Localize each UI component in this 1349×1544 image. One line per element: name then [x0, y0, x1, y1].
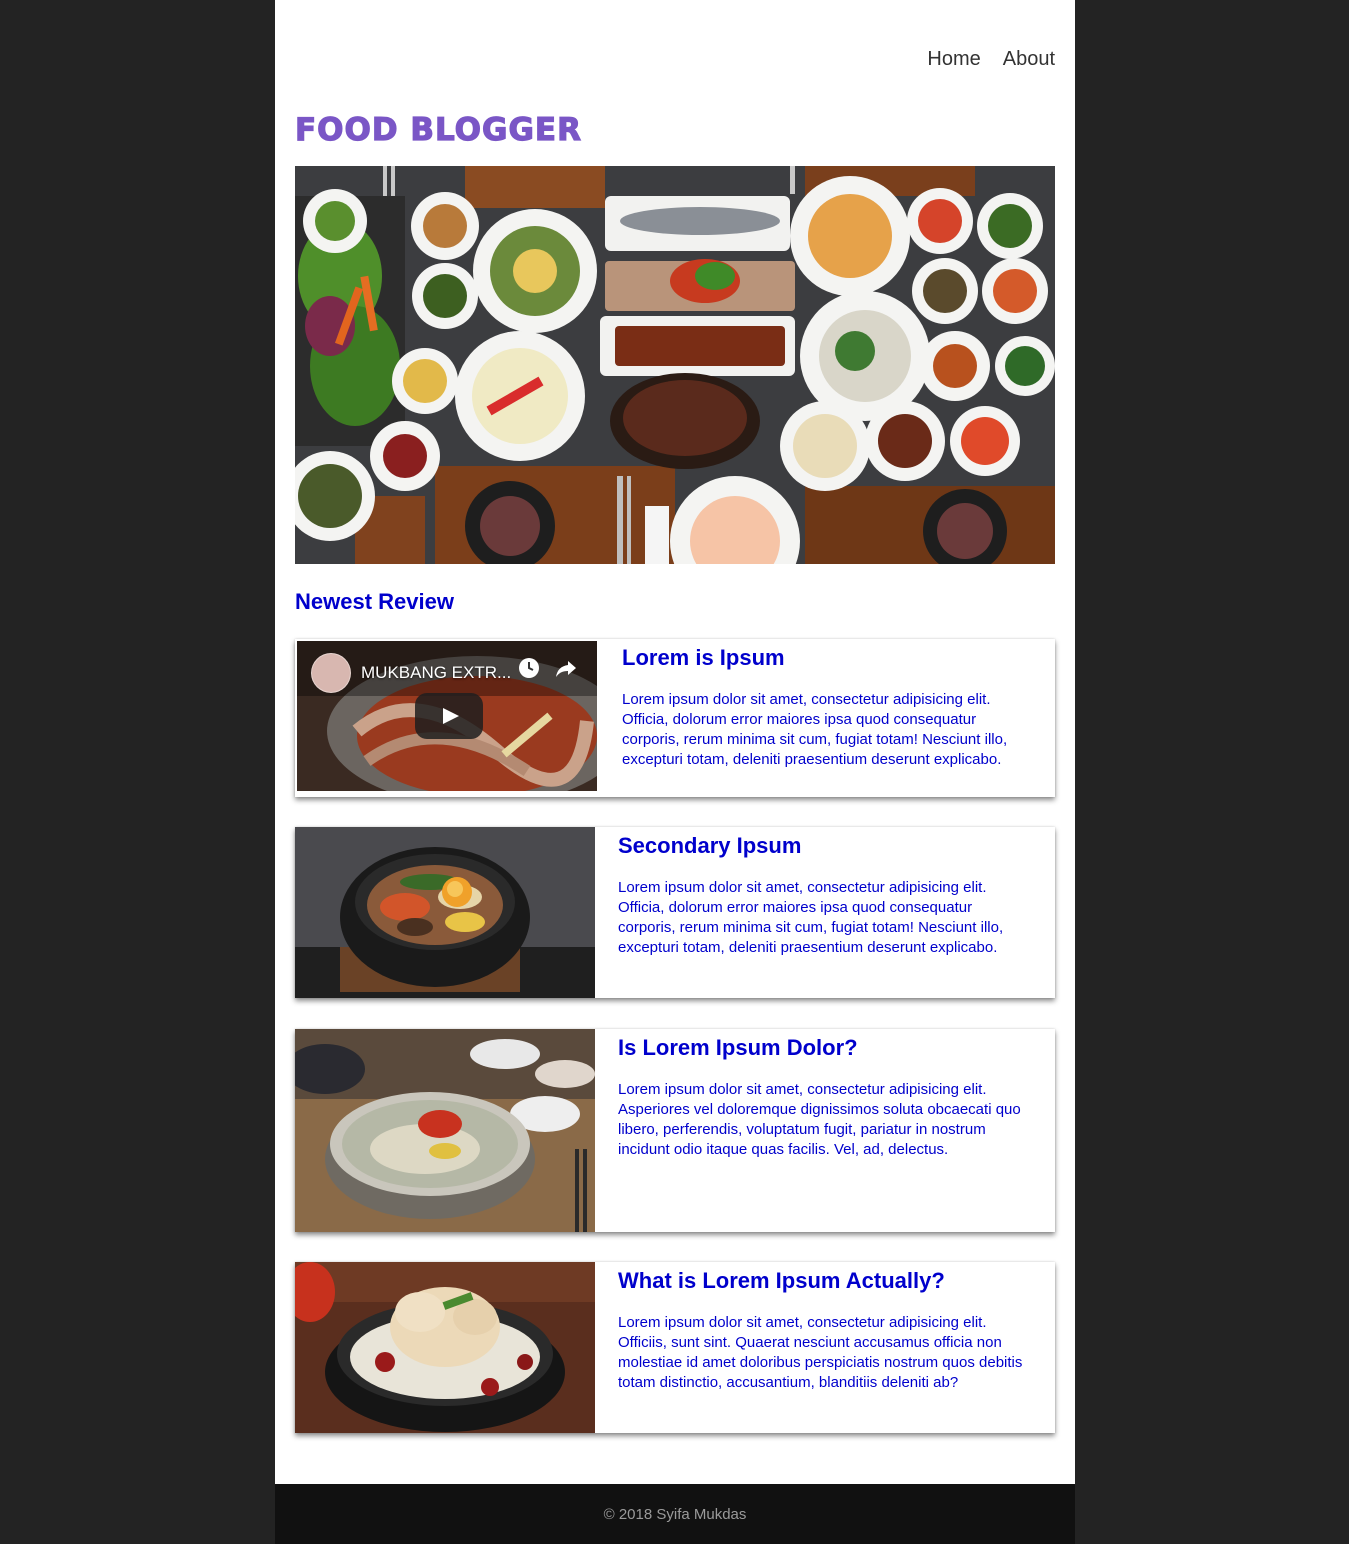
review-text: Secondary Ipsum Lorem ipsum dolor sit am…	[618, 827, 1023, 958]
review-thumbnail-samgyetang	[295, 1262, 595, 1433]
review-text: Lorem is Ipsum Lorem ipsum dolor sit ame…	[622, 639, 1027, 770]
review-card: What is Lorem Ipsum Actually? Lorem ipsu…	[295, 1262, 1055, 1433]
video-embed[interactable]: MUKBANG EXTR...	[297, 641, 597, 791]
review-body: Lorem ipsum dolor sit amet, consectetur …	[622, 691, 1008, 768]
review-card: Secondary Ipsum Lorem ipsum dolor sit am…	[295, 827, 1055, 998]
video-title[interactable]: MUKBANG EXTR...	[361, 663, 511, 683]
review-title[interactable]: Lorem is Ipsum	[622, 643, 1027, 673]
top-nav: Home About	[927, 48, 1055, 71]
section-title-newest-review: Newest Review	[295, 589, 454, 614]
site-footer: © 2018 Syifa Mukdas	[275, 1484, 1075, 1544]
share-icon[interactable]	[554, 657, 578, 681]
site-logo[interactable]: Food Blogger	[294, 111, 582, 148]
review-card: MUKBANG EXTR... Lorem is Ipsum Lorem ips…	[295, 639, 1055, 797]
review-title[interactable]: Secondary Ipsum	[618, 831, 1023, 861]
review-title[interactable]: Is Lorem Ipsum Dolor?	[618, 1033, 1023, 1063]
nav-link-home[interactable]: Home	[927, 48, 980, 71]
review-body: Lorem ipsum dolor sit amet, consectetur …	[618, 1314, 1023, 1391]
play-icon[interactable]	[415, 693, 483, 739]
page-container: Home About Food Blogger	[275, 0, 1075, 1484]
review-thumbnail-naengmyeon	[295, 1029, 595, 1232]
review-body: Lorem ipsum dolor sit amet, consectetur …	[618, 1081, 1021, 1158]
review-text: What is Lorem Ipsum Actually? Lorem ipsu…	[618, 1262, 1023, 1393]
hero-image	[295, 166, 1055, 564]
channel-avatar[interactable]	[311, 653, 351, 693]
review-thumbnail-bibimbap	[295, 827, 595, 998]
copyright-text: © 2018 Syifa Mukdas	[603, 1506, 747, 1523]
review-text: Is Lorem Ipsum Dolor? Lorem ipsum dolor …	[618, 1029, 1023, 1160]
nav-link-about[interactable]: About	[1003, 48, 1055, 71]
review-body: Lorem ipsum dolor sit amet, consectetur …	[618, 879, 1004, 956]
review-title[interactable]: What is Lorem Ipsum Actually?	[618, 1266, 1023, 1296]
clock-icon[interactable]	[517, 657, 541, 681]
review-card: Is Lorem Ipsum Dolor? Lorem ipsum dolor …	[295, 1029, 1055, 1232]
